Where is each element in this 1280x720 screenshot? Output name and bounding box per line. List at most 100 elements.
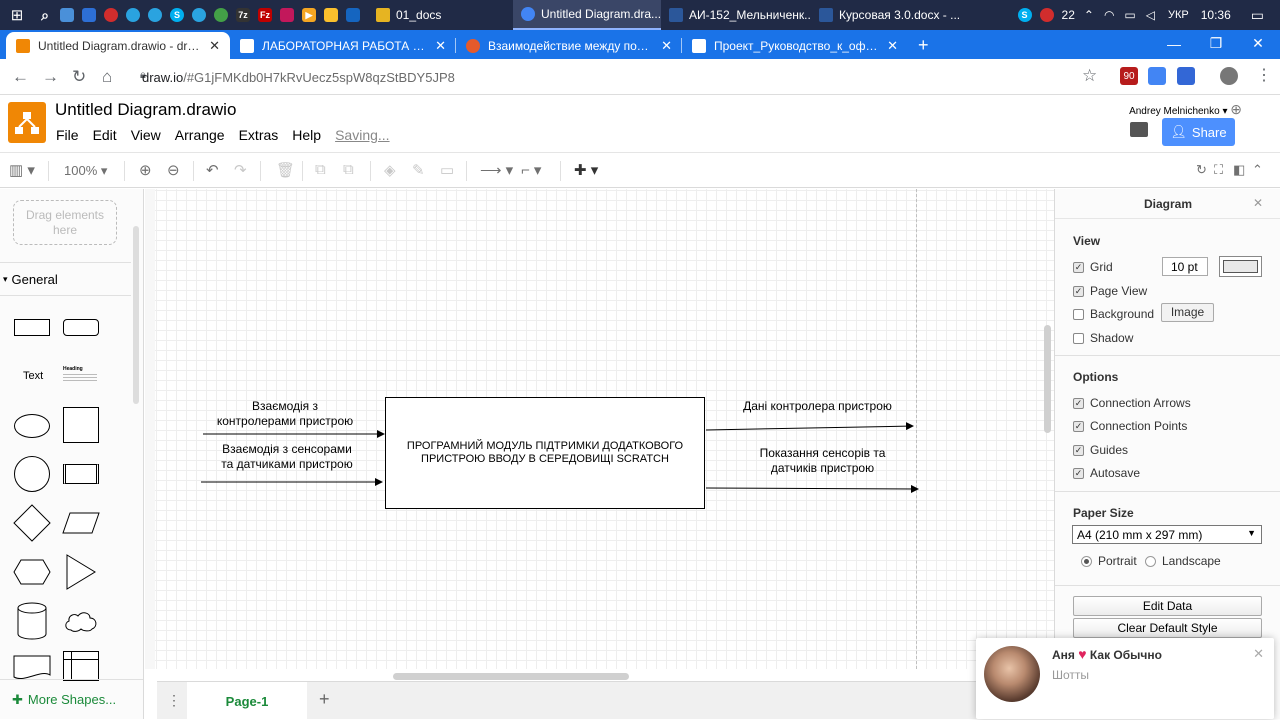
output-arrow-1[interactable] — [705, 422, 914, 431]
task-view-icon[interactable] — [60, 8, 74, 22]
image-button[interactable]: Image — [1161, 303, 1214, 322]
connection-points-checkbox[interactable]: ✓ — [1073, 420, 1084, 432]
to-front-icon[interactable]: ⧉ — [315, 161, 326, 178]
hexagon-shape[interactable] — [13, 559, 51, 585]
player-icon[interactable]: ▶ — [302, 8, 316, 22]
input-label-controllers[interactable]: Взаємодія з контролерами пристрою — [201, 399, 369, 429]
volume-icon[interactable]: ◁ — [1146, 8, 1155, 22]
horizontal-scrollbar[interactable] — [393, 673, 629, 680]
program-module-box[interactable]: ПРОГРАМНИЙ МОДУЛЬ ПІДТРИМКИ ДОДАТКОВОГО … — [385, 397, 705, 509]
menu-edit[interactable]: Edit — [93, 127, 117, 143]
autosave-checkbox[interactable]: ✓ — [1073, 467, 1084, 479]
taskbar-task[interactable]: АИ-152_Мельниченк... — [661, 0, 811, 30]
document-shape[interactable] — [13, 655, 51, 681]
connection-arrows-option[interactable]: ✓ Connection Arrows — [1073, 396, 1191, 410]
language[interactable]: УКР — [1168, 9, 1189, 21]
page-view-option[interactable]: ✓ Page View — [1073, 284, 1147, 298]
waypoints-icon[interactable]: ⌐ ▾ — [521, 161, 541, 179]
app-icon[interactable] — [346, 8, 360, 22]
menu-arrange[interactable]: Arrange — [175, 127, 225, 143]
close-panel-icon[interactable]: ✕ — [1253, 196, 1263, 210]
drawio-logo-icon[interactable] — [8, 102, 46, 143]
shadow-checkbox[interactable] — [1073, 332, 1084, 344]
input-label-sensors[interactable]: Взаємодія з сенсорами та датчиками прист… — [203, 442, 371, 472]
zoom-out-icon[interactable]: ⊖ — [167, 161, 180, 179]
vertical-scrollbar[interactable] — [1044, 325, 1051, 433]
telegram-icon[interactable] — [192, 8, 206, 22]
skype-tray-icon[interactable]: S — [1017, 8, 1032, 22]
circle-shape[interactable] — [14, 456, 50, 492]
pages-menu-icon[interactable]: ⋮ — [167, 692, 181, 709]
format-toggle-icon[interactable]: ◧ — [1233, 162, 1245, 178]
avatar[interactable] — [984, 646, 1040, 702]
taskbar-task[interactable]: 01_docs — [368, 0, 513, 30]
extension-icon[interactable] — [1177, 67, 1195, 85]
app-icon[interactable] — [82, 8, 96, 22]
sidebar-scrollbar[interactable] — [133, 226, 139, 404]
new-tab-button[interactable]: + — [908, 32, 939, 59]
close-tab-icon[interactable]: ✕ — [661, 38, 672, 54]
share-button[interactable]: 👤︎ Share — [1162, 118, 1235, 146]
taskbar-task[interactable]: Курсовая 3.0.docx - ... — [811, 0, 991, 30]
browser-menu-icon[interactable]: ⋮ — [1256, 65, 1272, 85]
portrait-radio[interactable] — [1081, 555, 1092, 567]
forward-icon[interactable]: → — [42, 67, 59, 87]
undo-icon[interactable]: ↶ — [206, 161, 219, 179]
to-back-icon[interactable]: ⧉ — [343, 161, 354, 178]
heading-shape[interactable]: Heading — [63, 366, 97, 388]
drag-elements-zone[interactable]: Drag elements here — [13, 200, 117, 245]
globe-icon[interactable]: ⊕ — [1230, 101, 1242, 117]
page-view-checkbox[interactable]: ✓ — [1073, 285, 1084, 297]
menu-extras[interactable]: Extras — [239, 127, 279, 143]
internal-storage-shape[interactable] — [63, 651, 99, 681]
more-shapes-button[interactable]: ✚ More Shapes... — [0, 679, 143, 719]
chevron-up-icon[interactable]: ⌃ — [1084, 8, 1094, 22]
menu-view[interactable]: View — [131, 127, 161, 143]
search-icon[interactable]: ⌕ — [38, 7, 52, 23]
fill-color-icon[interactable]: ◈ — [384, 161, 396, 179]
saving-status[interactable]: Saving... — [335, 127, 389, 143]
message-notification[interactable]: Аня ♥ Как Обычно Шотты ✕ — [976, 638, 1274, 719]
filezilla-icon[interactable]: Fz — [258, 8, 272, 22]
notification-center-icon[interactable]: ▭ — [1251, 7, 1264, 24]
background-option[interactable]: Background — [1073, 307, 1154, 321]
diagram-canvas[interactable]: Взаємодія з контролерами пристрою Взаємо… — [145, 189, 1054, 669]
general-section-header[interactable]: ▾ General — [0, 262, 131, 296]
grid-size-input[interactable]: 10 pt — [1162, 257, 1208, 276]
app-icon[interactable] — [280, 8, 294, 22]
process-shape[interactable] — [63, 464, 99, 484]
edit-data-button[interactable]: Edit Data — [1073, 596, 1262, 616]
clear-default-style-button[interactable]: Clear Default Style — [1073, 618, 1262, 638]
autosave-option[interactable]: ✓ Autosave — [1073, 466, 1140, 480]
connection-icon[interactable]: ⟶ ▾ — [480, 161, 513, 179]
comments-icon[interactable] — [1130, 122, 1148, 137]
landscape-option[interactable]: Landscape — [1145, 554, 1221, 568]
back-icon[interactable]: ← — [12, 67, 29, 87]
skype-icon[interactable]: S — [170, 8, 184, 22]
format-panel-icon[interactable]: ▥ ▾ — [9, 161, 35, 179]
url-field[interactable]: draw.io/#G1jFMKdb0H7kRvUecz5spW8qzStBDY5… — [142, 70, 455, 85]
maximize-icon[interactable]: ❐ — [1194, 30, 1238, 57]
minimize-icon[interactable]: — — [1152, 30, 1196, 57]
wifi-icon[interactable]: ◠ — [1104, 8, 1114, 22]
shadow-icon[interactable]: ▭ — [440, 161, 454, 179]
zoom-in-icon[interactable]: ⊕ — [139, 161, 152, 179]
telegram-icon[interactable] — [148, 8, 162, 22]
clock[interactable]: 10:36 — [1201, 8, 1231, 22]
guides-option[interactable]: ✓ Guides — [1073, 443, 1128, 457]
browser-tab-active[interactable]: Untitled Diagram.drawio - draw.io ✕ — [6, 32, 230, 59]
text-shape[interactable]: Text — [23, 370, 43, 382]
delete-icon[interactable]: 🗑︎ — [276, 161, 295, 179]
tray-icon[interactable] — [1039, 8, 1054, 22]
output-label-sensor-readings[interactable]: Показання сенсорів та датчиків пристрою — [735, 446, 910, 476]
cloud-shape[interactable] — [63, 610, 99, 634]
portrait-option[interactable]: Portrait — [1081, 554, 1137, 568]
guides-checkbox[interactable]: ✓ — [1073, 444, 1084, 456]
connection-points-option[interactable]: ✓ Connection Points — [1073, 419, 1187, 433]
grid-color-button[interactable] — [1219, 256, 1262, 277]
rectangle-shape[interactable] — [14, 319, 50, 336]
opera-icon[interactable] — [104, 8, 118, 22]
taskbar-task-active[interactable]: Untitled Diagram.dra... — [513, 0, 661, 30]
translate-icon[interactable] — [1148, 67, 1166, 85]
grid-checkbox[interactable]: ✓ — [1073, 261, 1084, 273]
